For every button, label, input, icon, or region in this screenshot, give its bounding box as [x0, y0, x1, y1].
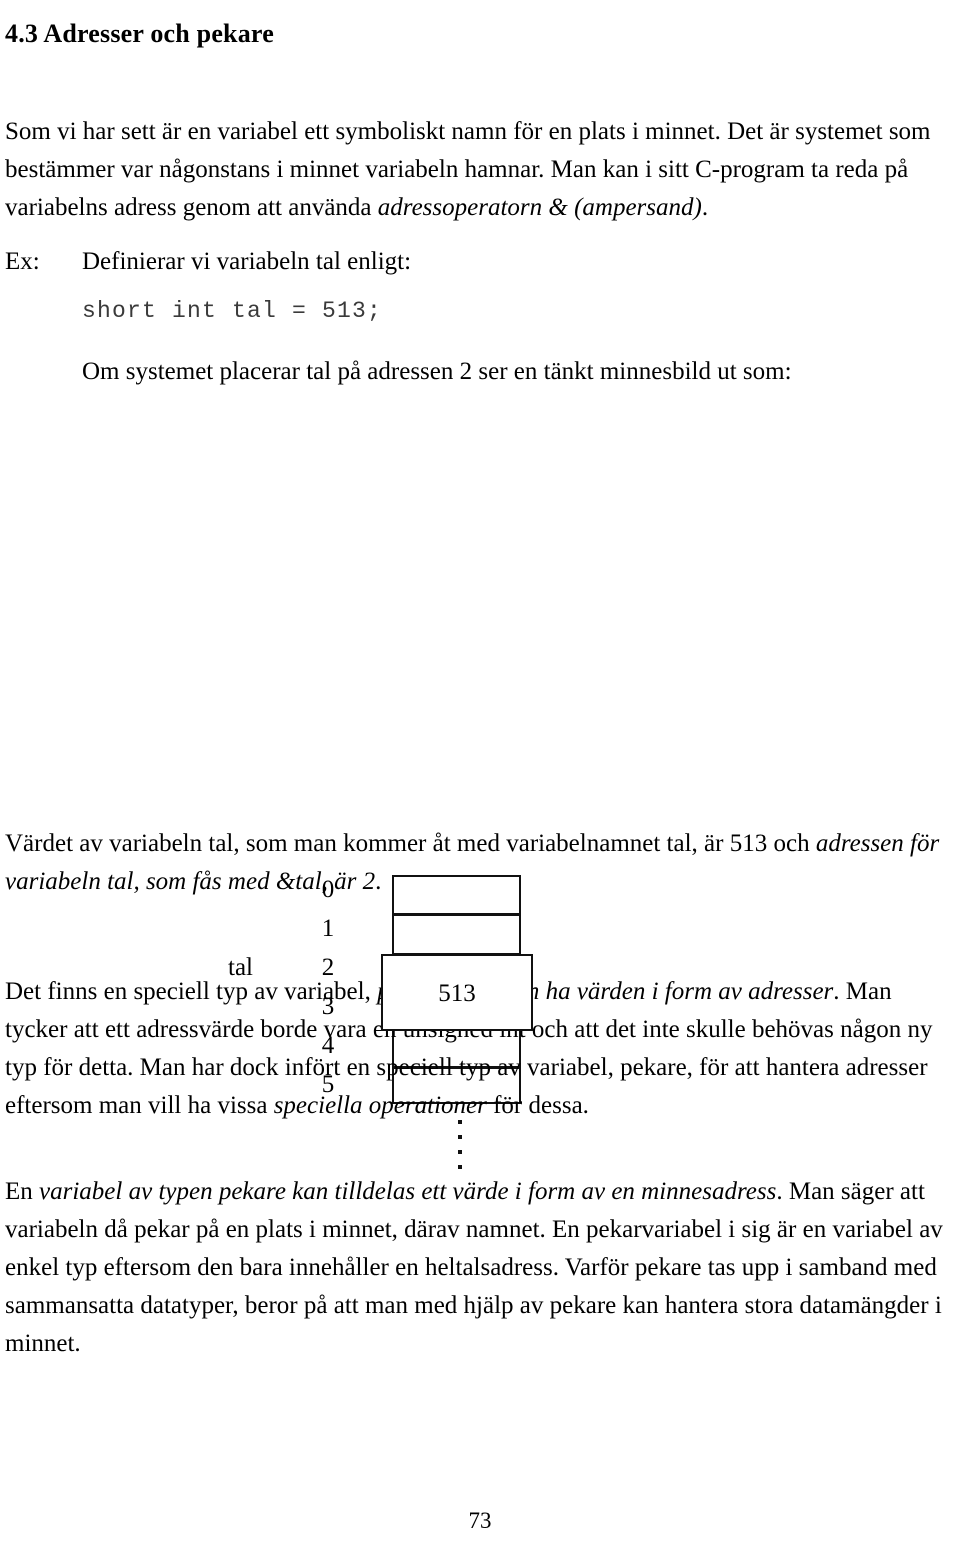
intro-paragraph: Som vi har sett är en variabel ett symbo…	[5, 113, 949, 227]
last-italic-1: variabel av typen pekare kan tilldelas e…	[39, 1178, 777, 1205]
memory-diagram: tal 0 1 2 3 4 5 513	[0, 430, 620, 1169]
pekare-text-3: för dessa.	[486, 1092, 589, 1119]
example-code-line: short int tal = 513;	[82, 298, 383, 324]
intro-italic-1: adressoperatorn & (ampersand)	[377, 194, 702, 221]
after-text-2: .	[375, 868, 382, 895]
page-heading: 4.3 Adresser och pekare	[5, 19, 274, 49]
last-text-1: En	[5, 1178, 40, 1205]
after-diagram-paragraph: Värdet av variabeln tal, som man kommer …	[5, 825, 949, 901]
page-number: 73	[468, 1508, 492, 1533]
memory-cell-variable-tal: 513	[381, 954, 533, 1031]
example-label: Ex:	[5, 248, 40, 275]
memory-cell-value: 513	[438, 980, 476, 1007]
intro-text-2: .	[701, 194, 709, 221]
example-line-2: Om systemet placerar tal på adressen 2 s…	[82, 358, 792, 385]
vertical-ellipsis-icon	[452, 1120, 468, 1180]
example-line-1: Definierar vi variabeln tal enligt:	[82, 248, 412, 275]
pekare-italic-2: speciella operationer	[273, 1092, 487, 1119]
document-page: 4.3 Adresser och pekare Som vi har sett …	[0, 0, 960, 1550]
memory-cell-1	[392, 914, 521, 955]
diagram-address-1: 1	[321, 915, 335, 942]
last-paragraph: En variabel av typen pekare kan tilldela…	[5, 1173, 955, 1363]
pekare-text-1: Det finns en speciell typ av variabel,	[5, 978, 378, 1005]
after-text-1: Värdet av variabeln tal, som man kommer …	[5, 830, 816, 857]
